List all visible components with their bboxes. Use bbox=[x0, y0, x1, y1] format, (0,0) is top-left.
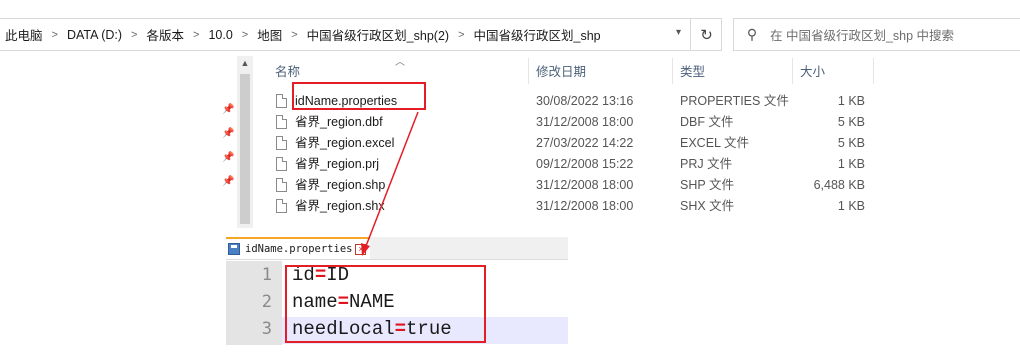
column-divider[interactable] bbox=[873, 58, 874, 84]
breadcrumb-current-folder[interactable]: 中国省级行政区划_shp bbox=[470, 25, 605, 44]
column-divider[interactable] bbox=[528, 58, 529, 84]
file-type: EXCEL 文件 bbox=[680, 136, 750, 150]
file-icon bbox=[276, 157, 287, 171]
file-name: 省界_region.dbf bbox=[295, 115, 383, 129]
nav-pane-scrollbar[interactable]: ▲ bbox=[237, 56, 253, 228]
breadcrumb-version[interactable]: 10.0 bbox=[204, 28, 236, 42]
breadcrumb-separator-icon[interactable]: > bbox=[237, 29, 253, 41]
file-row[interactable]: 省界_region.dbf 31/12/2008 18:00 DBF 文件 5 … bbox=[273, 112, 873, 133]
editor-tab-label: idName.properties bbox=[245, 243, 353, 255]
column-divider[interactable] bbox=[792, 58, 793, 84]
file-size: 6,488 KB bbox=[813, 178, 865, 192]
file-name: 省界_region.shp bbox=[295, 178, 386, 192]
file-icon bbox=[276, 94, 287, 108]
breadcrumb-versions[interactable]: 各版本 bbox=[142, 25, 188, 44]
file-type: SHX 文件 bbox=[680, 199, 735, 213]
file-size: 5 KB bbox=[837, 136, 865, 150]
file-size: 5 KB bbox=[837, 115, 865, 129]
pin-icon[interactable]: 📌 bbox=[222, 128, 234, 139]
editor-tab[interactable]: idName.properties × bbox=[226, 237, 371, 259]
file-icon bbox=[276, 178, 287, 192]
pin-icon[interactable]: 📌 bbox=[222, 104, 234, 115]
pin-icon[interactable]: 📌 bbox=[222, 152, 234, 163]
file-type: DBF 文件 bbox=[680, 115, 734, 129]
file-icon bbox=[276, 136, 287, 150]
file-type: PROPERTIES 文件 bbox=[680, 94, 789, 108]
scrollbar-thumb[interactable] bbox=[240, 74, 250, 224]
file-name: 省界_region.prj bbox=[295, 157, 380, 171]
chevron-down-icon[interactable]: ▾ bbox=[676, 27, 681, 38]
file-row[interactable]: 省界_region.excel 27/03/2022 14:22 EXCEL 文… bbox=[273, 133, 873, 154]
column-divider[interactable] bbox=[672, 58, 673, 84]
close-icon[interactable]: × bbox=[355, 243, 367, 255]
file-name: 省界_region.excel bbox=[295, 136, 395, 150]
column-header-name[interactable]: 名称 bbox=[275, 60, 300, 84]
file-date: 30/08/2022 13:16 bbox=[536, 94, 634, 108]
file-name: 省界_region.shx bbox=[295, 199, 385, 213]
search-input[interactable]: 在 中国省级行政区划_shp 中搜索 bbox=[770, 25, 954, 44]
file-row[interactable]: 省界_region.shx 31/12/2008 18:00 SHX 文件 1 … bbox=[273, 196, 873, 217]
search-box[interactable]: ⚲ 在 中国省级行政区划_shp 中搜索 bbox=[733, 18, 1020, 51]
breadcrumb-separator-icon[interactable]: > bbox=[453, 29, 469, 41]
file-date: 31/12/2008 18:00 bbox=[536, 178, 634, 192]
highlight-box bbox=[285, 265, 486, 343]
refresh-button[interactable]: ↻ bbox=[690, 18, 722, 51]
sort-ascending-icon: ︿ bbox=[395, 57, 405, 68]
line-number: 2 bbox=[261, 292, 272, 312]
file-size: 1 KB bbox=[837, 94, 865, 108]
line-number: 3 bbox=[261, 319, 272, 339]
file-icon bbox=[276, 115, 287, 129]
file-date: 09/12/2008 15:22 bbox=[536, 157, 634, 171]
file-date: 31/12/2008 18:00 bbox=[536, 199, 634, 213]
file-type: SHP 文件 bbox=[680, 178, 734, 192]
breadcrumb-this-pc[interactable]: 此电脑 bbox=[0, 25, 47, 44]
address-bar[interactable]: 此电脑 > DATA (D:) > 各版本 > 10.0 > 地图 > 中国省级… bbox=[0, 18, 722, 51]
breadcrumb-parent-folder[interactable]: 中国省级行政区划_shp(2) bbox=[303, 25, 453, 44]
scroll-up-icon[interactable]: ▲ bbox=[237, 58, 253, 68]
breadcrumb-separator-icon[interactable]: > bbox=[47, 29, 63, 41]
column-header-type[interactable]: 类型 bbox=[680, 60, 705, 84]
breadcrumb-separator-icon[interactable]: > bbox=[126, 29, 142, 41]
line-number: 1 bbox=[261, 265, 272, 285]
file-type: PRJ 文件 bbox=[680, 157, 733, 171]
save-icon bbox=[228, 243, 240, 255]
refresh-icon: ↻ bbox=[700, 26, 713, 44]
column-header-date[interactable]: 修改日期 bbox=[536, 60, 586, 84]
breadcrumb-separator-icon[interactable]: > bbox=[188, 29, 204, 41]
file-size: 1 KB bbox=[837, 199, 865, 213]
highlight-box bbox=[292, 82, 426, 110]
file-date: 31/12/2008 18:00 bbox=[536, 115, 634, 129]
breadcrumb-drive[interactable]: DATA (D:) bbox=[63, 28, 126, 42]
file-icon bbox=[276, 199, 287, 213]
file-row[interactable]: 省界_region.shp 31/12/2008 18:00 SHP 文件 6,… bbox=[273, 175, 873, 196]
file-row[interactable]: 省界_region.prj 09/12/2008 15:22 PRJ 文件 1 … bbox=[273, 154, 873, 175]
file-size: 1 KB bbox=[837, 157, 865, 171]
breadcrumb-map[interactable]: 地图 bbox=[253, 25, 286, 44]
column-header-size[interactable]: 大小 bbox=[800, 60, 825, 84]
search-icon: ⚲ bbox=[746, 26, 758, 42]
editor-tab-bar: idName.properties × bbox=[226, 237, 568, 260]
breadcrumb-separator-icon[interactable]: > bbox=[286, 29, 302, 41]
file-date: 27/03/2022 14:22 bbox=[536, 136, 634, 150]
pin-icon[interactable]: 📌 bbox=[222, 176, 234, 187]
